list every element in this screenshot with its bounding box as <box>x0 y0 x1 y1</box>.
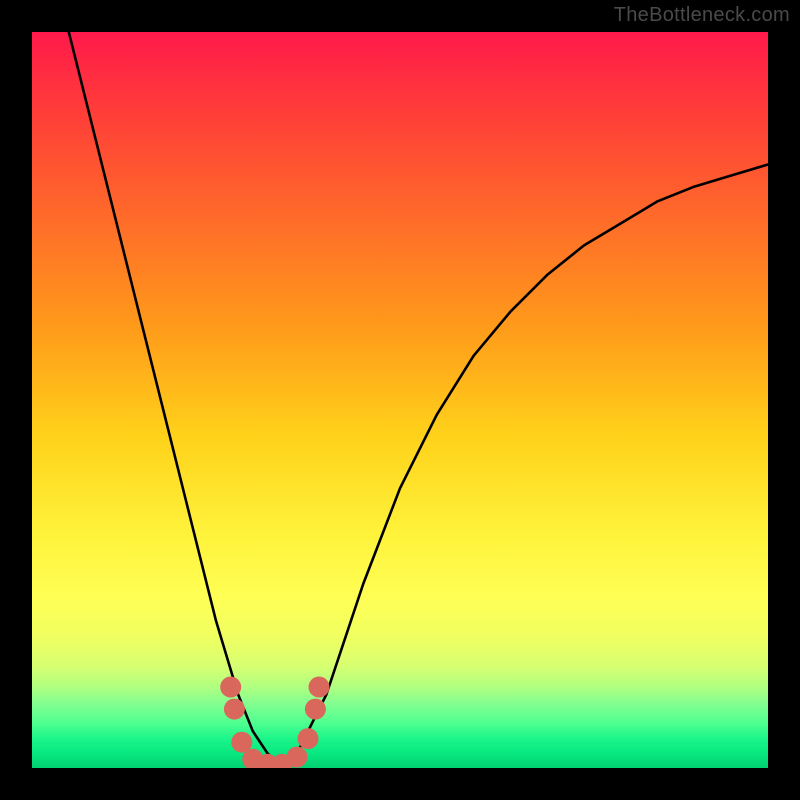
curve-path <box>69 32 768 768</box>
marker-dot <box>220 677 241 698</box>
chart-svg <box>32 32 768 768</box>
chart-plot-area <box>32 32 768 768</box>
marker-dot <box>298 728 319 749</box>
watermark-text: TheBottleneck.com <box>614 4 790 27</box>
marker-dot <box>309 677 330 698</box>
marker-dot <box>224 699 245 720</box>
marker-dot <box>305 699 326 720</box>
marker-dot <box>287 747 308 768</box>
bottleneck-curve <box>69 32 768 768</box>
